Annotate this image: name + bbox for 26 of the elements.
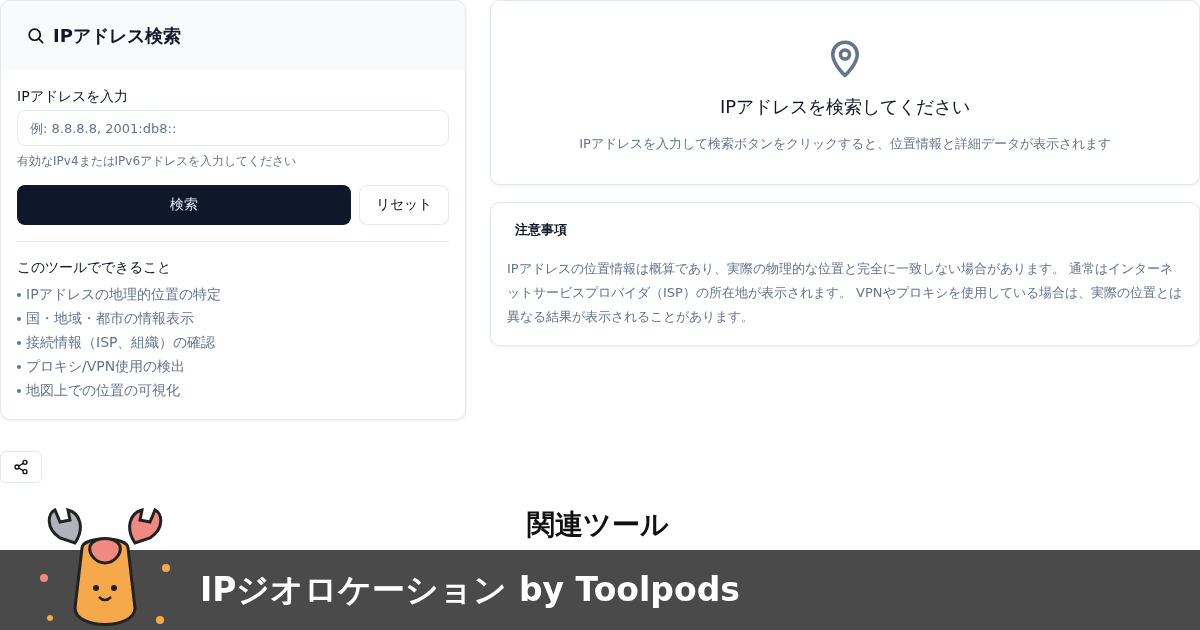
bullet-icon [17, 341, 21, 345]
notice-text: IPアドレスの位置情報は概算であり、実際の物理的な位置と完全に一致しない場合があります。 通常はインターネットサービスプロバイダ（ISP）の所在地が表示されます。 VPNやプロキシを使用している場合は、実際の位置とは異なる結果が表示されることがあります。 [507, 260, 1183, 326]
empty-state-title: IPアドレスを検索してください [719, 95, 971, 119]
share-icon [13, 459, 29, 475]
feature-item: 接続情報（ISP、組織）の確認 [26, 334, 216, 352]
section-heading: 関連ツール [527, 507, 669, 543]
input-hint: 有効なIPv4またはIPv6アドレスを入力してください [17, 153, 298, 170]
notice-title: 注意事項 [514, 221, 568, 239]
card-title: IPアドレス検索 [53, 23, 181, 48]
feature-item: 国・地域・都市の情報表示 [26, 310, 194, 328]
banner-title: IPジオロケーション by Toolpods [200, 568, 740, 611]
feature-item: IPアドレスの地理的位置の特定 [26, 286, 221, 304]
search-button[interactable]: 検索 [17, 185, 351, 225]
bullet-icon [17, 389, 21, 393]
empty-state-text: IPアドレスを入力して検索ボタンをクリックすると、位置情報と詳細データが表示されます [579, 135, 1111, 153]
bullet-icon [17, 317, 21, 321]
bullet-icon [17, 365, 21, 369]
reset-button[interactable]: リセット [359, 185, 449, 225]
ip-input-field[interactable]: 例: 8.8.8.8, 2001:db8:: [17, 110, 449, 146]
input-label: IPアドレスを入力 [17, 88, 129, 106]
feature-item: 地図上での位置の可視化 [26, 382, 180, 400]
search-icon [26, 26, 45, 45]
bullet-icon [17, 293, 21, 297]
features-title: このツールでできること [17, 259, 172, 277]
feature-item: プロキシ/VPN使用の検出 [26, 358, 186, 376]
share-button[interactable] [0, 451, 42, 483]
